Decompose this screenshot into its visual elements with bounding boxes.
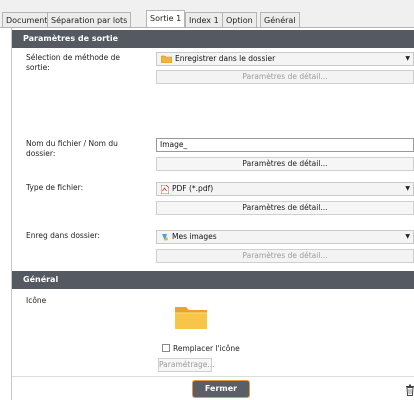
filetype-detail-button[interactable]: Paramètres de détail... <box>156 201 414 215</box>
folder-icon <box>161 55 172 63</box>
output-method-value: Enregistrer dans le dossier <box>175 54 276 63</box>
dropdown-arrow-icon: ▼ <box>405 233 410 240</box>
pdf-icon <box>161 184 169 194</box>
tab-option[interactable]: Option <box>222 12 257 27</box>
method-detail-button[interactable]: Paramètres de détail... <box>156 70 414 84</box>
footer-divider <box>12 376 414 377</box>
tab-general[interactable]: Général <box>260 12 300 27</box>
close-button[interactable]: Fermer <box>192 380 250 398</box>
output-settings-panel: Paramètres de sortie Sélection de méthod… <box>11 28 414 400</box>
filetype-select[interactable]: PDF (*.pdf) ▼ <box>156 182 414 196</box>
save-folder-detail-button[interactable]: Paramètres de détail... <box>156 249 414 263</box>
filetype-value: PDF (*.pdf) <box>172 184 214 193</box>
save-folder-label: Enreg dans dossier: <box>26 231 100 240</box>
replace-icon-label: Remplacer l'icône <box>173 344 240 353</box>
tab-document[interactable]: Document <box>2 12 52 27</box>
icon-settings-button[interactable]: Paramétrage... <box>158 358 215 372</box>
tab-index-1[interactable]: Index 1 <box>185 12 223 27</box>
tab-bar: Document Séparation par lots Sortie 1 In… <box>0 0 414 29</box>
filename-detail-button[interactable]: Paramètres de détail... <box>156 157 414 171</box>
filename-label: Nom du fichier / Nom du dossier: <box>26 139 118 158</box>
output-section-header: Paramètres de sortie <box>12 30 414 48</box>
trash-icon[interactable] <box>405 384 414 396</box>
filetype-label: Type de fichier: <box>26 183 84 192</box>
folder-icon <box>175 307 207 329</box>
output-method-label: Sélection de méthode de sortie: <box>26 53 121 72</box>
replace-icon-checkbox[interactable]: Remplacer l'icône <box>162 344 240 354</box>
save-folder-value: Mes images <box>172 232 217 241</box>
icon-label: Icône <box>26 296 47 305</box>
output-method-select[interactable]: Enregistrer dans le dossier ▼ <box>156 52 414 66</box>
tab-separation-par-lots[interactable]: Séparation par lots <box>47 12 132 27</box>
save-folder-select[interactable]: Mes images ▼ <box>156 230 414 244</box>
dropdown-arrow-icon: ▼ <box>405 185 410 192</box>
filename-input[interactable]: Image_ <box>156 138 414 152</box>
dropdown-arrow-icon: ▼ <box>405 55 410 62</box>
general-section-header: Général <box>12 271 414 289</box>
images-folder-icon <box>162 233 168 241</box>
replace-icon-checkbox-box[interactable] <box>162 344 170 352</box>
